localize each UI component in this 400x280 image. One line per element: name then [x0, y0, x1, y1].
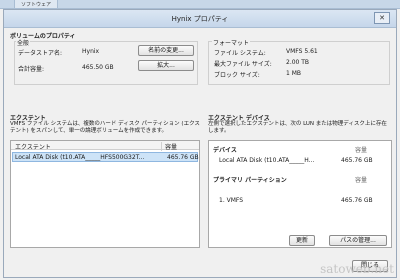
extent-device-description: 左側で選択したエクステントは、次の LUN または物理ディスク上に存在します。 [208, 121, 387, 134]
device-capacity-label: 容量 [355, 147, 368, 154]
fs-value: VMFS 5.61 [286, 48, 318, 55]
partition-capacity-label: 容量 [355, 177, 368, 184]
block-size-label: ブロック サイズ: [214, 72, 260, 79]
total-capacity-value: 465.50 GB [82, 64, 114, 71]
refresh-button[interactable]: 更新 [289, 235, 315, 246]
partition-label: プライマリ パーティション [213, 177, 287, 184]
max-file-value: 2.00 TB [286, 59, 310, 66]
datastore-name-value: Hynix [82, 48, 100, 55]
extent-row-capacity: 465.76 GB [167, 154, 199, 161]
partition-capacity: 465.76 GB [341, 197, 373, 204]
background-window-strip: ソフトウェア [0, 0, 400, 9]
extents-list: エクステント 容量 Local ATA Disk (t10.ATA_____HF… [10, 140, 200, 248]
dialog-title: Hynix プロパティ [171, 15, 229, 23]
dialog-titlebar[interactable]: Hynix プロパティ ✕ [4, 10, 396, 28]
partition-name: 1. VMFS [219, 197, 244, 204]
manage-paths-button[interactable]: パスの管理... [329, 235, 387, 246]
datastore-name-label: データストア名: [18, 50, 63, 57]
extents-description: VMFS ファイル システムは、複数のハード ディスク パーティション (エクス… [10, 121, 200, 134]
properties-dialog: Hynix プロパティ ✕ ボリュームのプロパティ 全般 データストア名: Hy… [3, 9, 397, 278]
close-icon[interactable]: ✕ [374, 12, 390, 24]
col-capacity-header[interactable]: 容量 [161, 142, 177, 151]
block-size-value: 1 MB [286, 70, 302, 77]
watermark: satoweb.net [320, 262, 394, 276]
max-file-label: 最大ファイル サイズ: [214, 61, 272, 68]
format-heading: フォーマット [212, 38, 251, 47]
fs-label: ファイル システム: [214, 50, 266, 57]
general-label: 全般 [16, 38, 31, 47]
total-capacity-label: 合計容量: [18, 66, 45, 73]
col-extent-header[interactable]: エクステント [15, 142, 51, 151]
background-tab[interactable]: ソフトウェア [14, 0, 59, 9]
expand-button[interactable]: 拡大... [138, 60, 194, 71]
rename-button[interactable]: 名前の変更... [138, 45, 194, 56]
device-name: Local ATA Disk (t10.ATA_____H... [219, 157, 315, 164]
extent-device-panel: デバイス 容量 Local ATA Disk (t10.ATA_____H...… [208, 140, 392, 248]
extent-row-name: Local ATA Disk (t10.ATA_____HFS500G32T..… [15, 154, 145, 161]
device-capacity: 465.76 GB [341, 157, 373, 164]
device-label: デバイス [213, 147, 237, 154]
